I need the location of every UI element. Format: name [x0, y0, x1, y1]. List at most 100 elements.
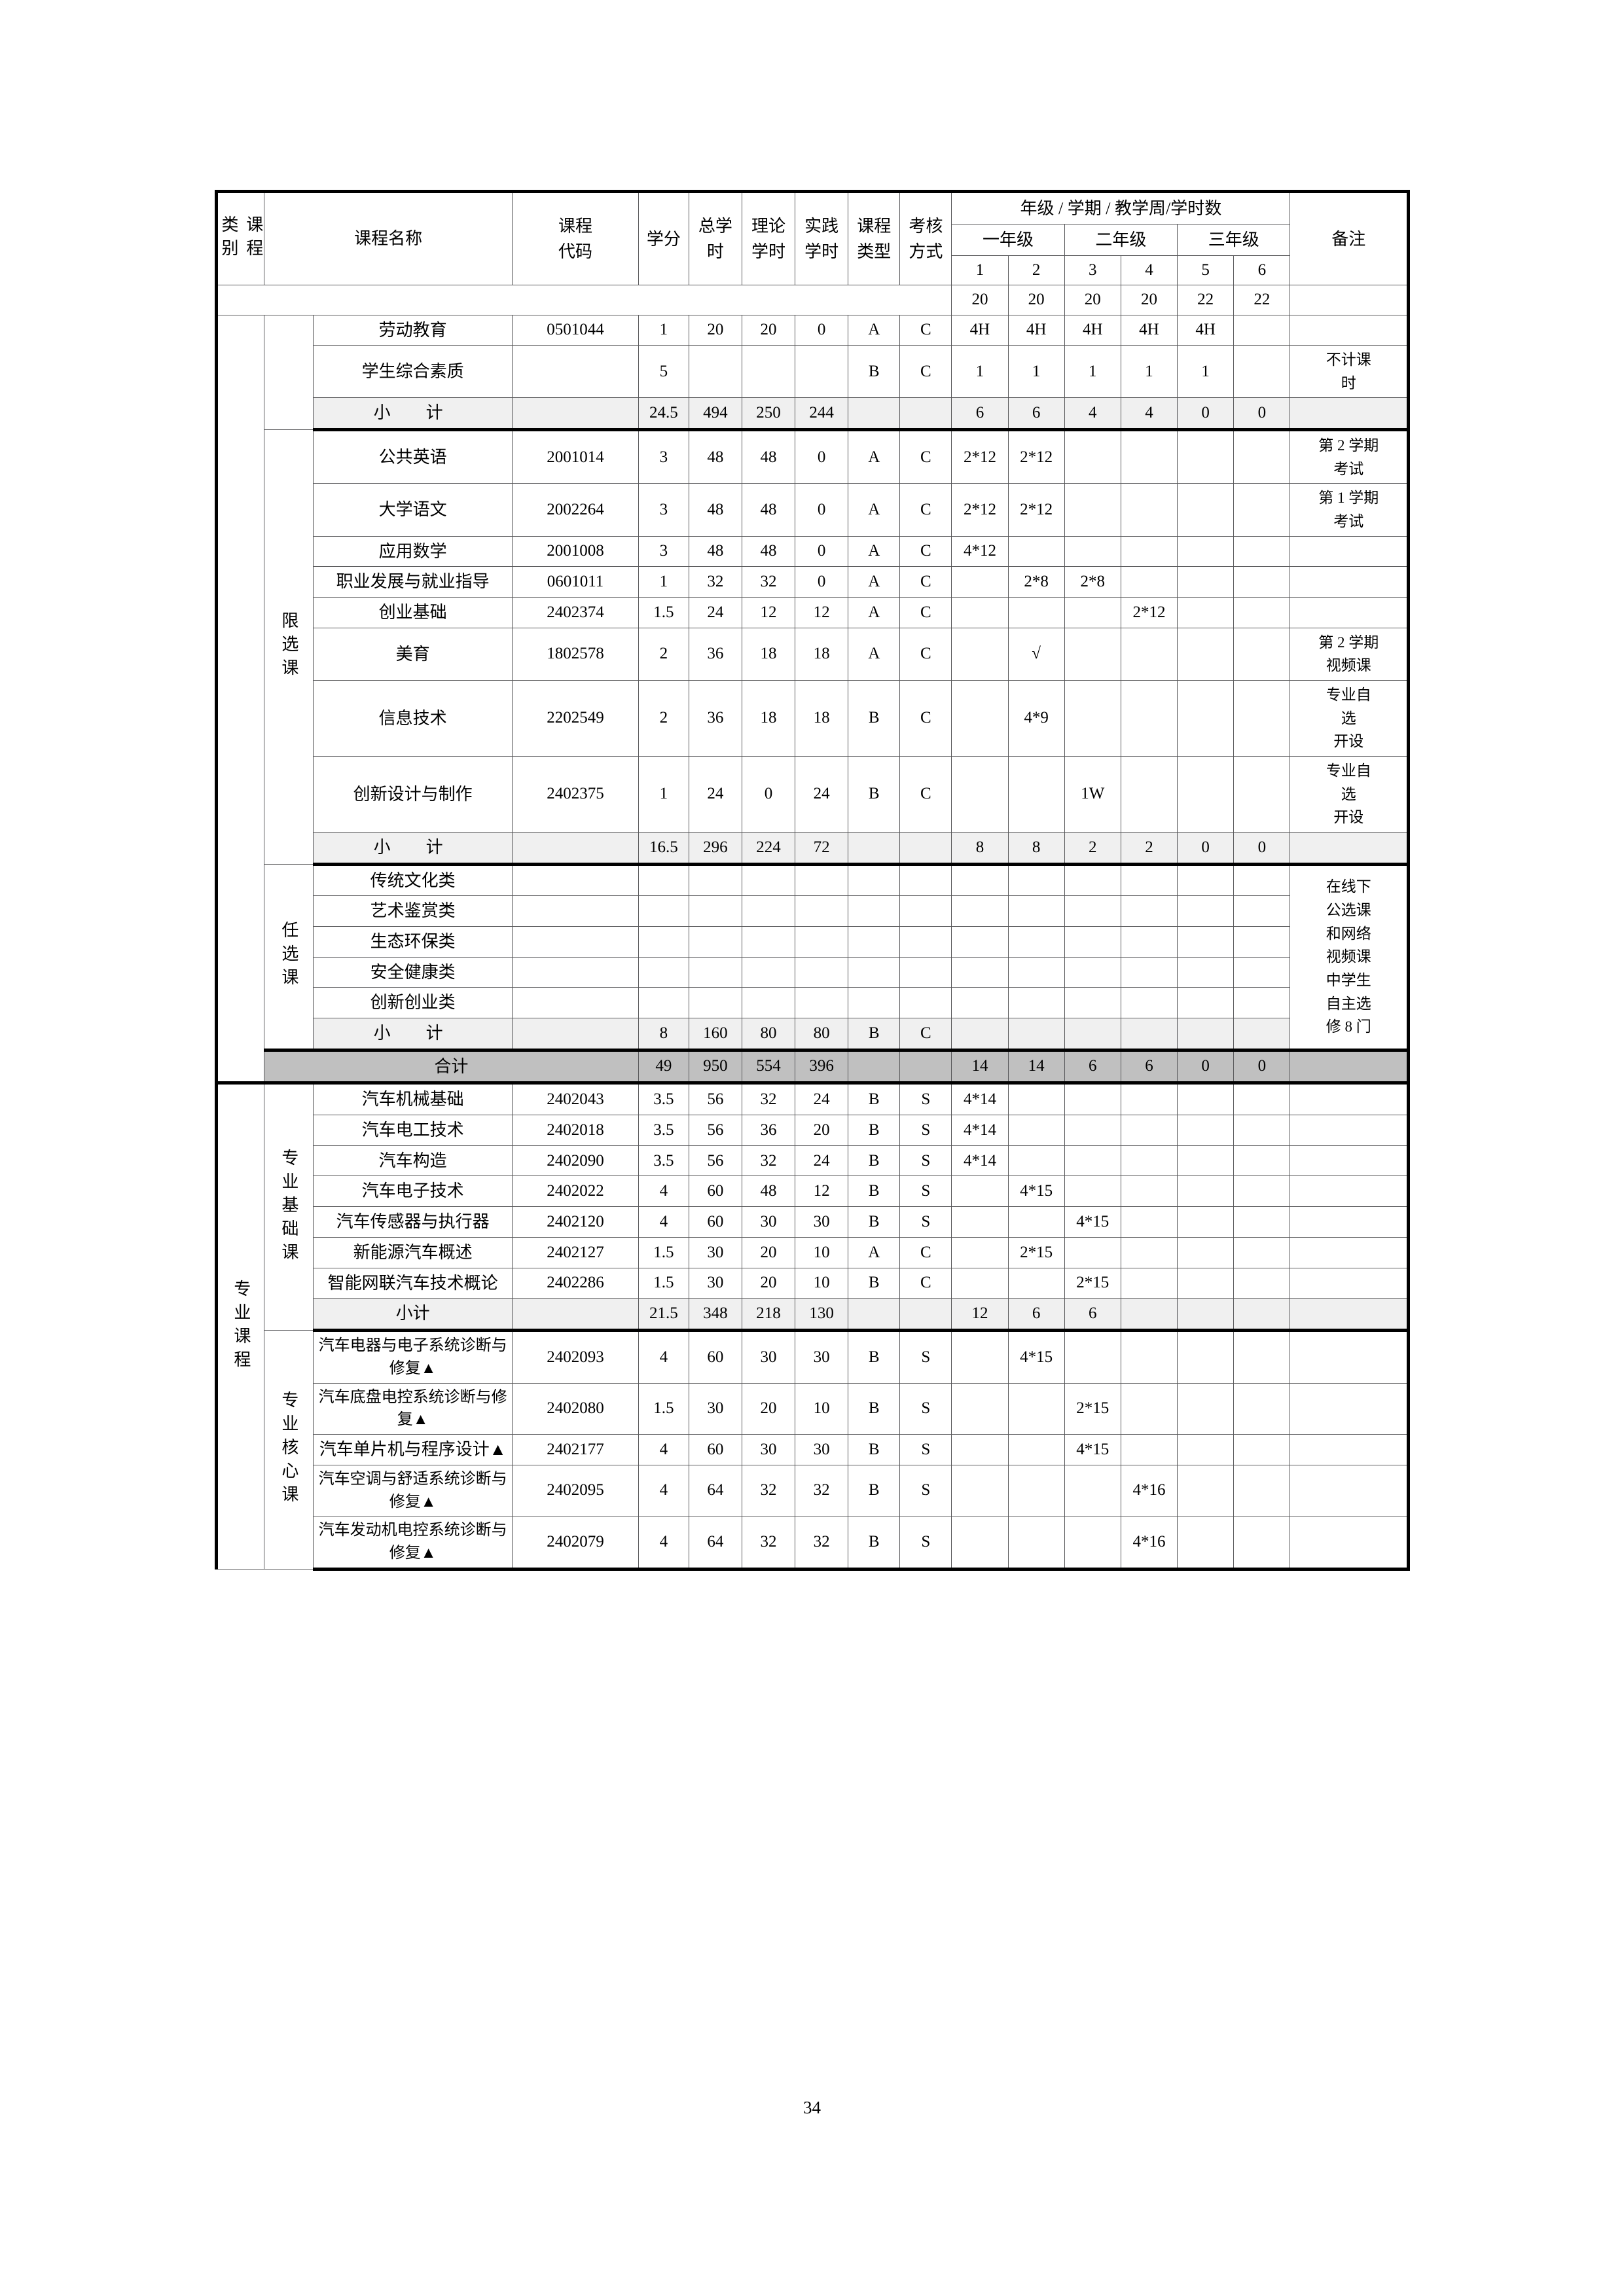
cell-credit: 3.5: [638, 1145, 689, 1177]
cell-semester-3: 1W: [1064, 755, 1121, 833]
cell-course-name: 信息技术: [313, 680, 513, 757]
cell-total-hours: 32: [688, 566, 742, 598]
cell-remark: 第 2 学期 视频课: [1290, 627, 1410, 681]
cell-course-name: 创业基础: [313, 597, 513, 628]
cell-exam-method: [899, 397, 952, 431]
cell-semester-6: 0: [1233, 831, 1291, 865]
cell-semester-2: [1007, 1382, 1065, 1435]
cell-credit: 3: [638, 535, 689, 567]
cell-course-type: B: [848, 755, 901, 833]
cell-course-name: 小计: [313, 1298, 513, 1331]
cell-semester-3: [1064, 627, 1121, 681]
cell-total-hours: 64: [688, 1516, 742, 1571]
cell-course-code: 2001008: [512, 535, 639, 567]
cell-semester-5: [1177, 987, 1235, 1019]
row-professional-basic: 专业课程 专业基础课 汽车机械基础 2402043 3.5 56 32 24 B S 4*14: [215, 1081, 1410, 1570]
cell-semester-6: [1233, 1516, 1291, 1571]
cell-semester-3: [1064, 1115, 1121, 1146]
cell-semester-6: [1233, 1382, 1291, 1435]
cell-remark: [1290, 1175, 1410, 1208]
cell-total-hours: 64: [688, 1464, 742, 1517]
cell-total-hours: 48: [688, 428, 742, 484]
category-public-course: [215, 314, 264, 1084]
cell-semester-2: [1007, 895, 1065, 927]
cell-semester-3: [1064, 1145, 1121, 1177]
cell-semester-5: [1177, 483, 1235, 537]
cell-grand-semester-4: 6: [1120, 1048, 1178, 1084]
header-practice-hours: 实践 学时: [795, 189, 849, 286]
cell-exam-method: S: [899, 1081, 952, 1116]
header-weeks-spacer-left: [215, 285, 639, 315]
cell-course-type: [848, 1298, 901, 1331]
header-semester-1: 1: [951, 255, 1009, 286]
cell-semester-3: [1064, 895, 1121, 927]
cell-practice-hours: [795, 862, 849, 897]
cell-course-type: B: [848, 1206, 901, 1238]
cell-semester-1: [951, 1018, 1009, 1050]
cell-theory-hours: 32: [741, 1464, 796, 1517]
header-row-top: 课程 类别 课程名称 课程 代码 学分 总学时理论 学时 实践 学时 课程 类型 考核 方式 年级 / 学期…: [215, 189, 1410, 286]
cell-practice-hours: 10: [795, 1382, 849, 1435]
cell-total-hours: 60: [688, 1434, 742, 1465]
cell-course-name: 小 计: [313, 1018, 513, 1050]
cell-course-name: 汽车单片机与程序设计▲: [313, 1434, 513, 1465]
cell-semester-1: [951, 1434, 1009, 1465]
cell-total-hours: 494: [688, 397, 742, 431]
cell-semester-5: [1177, 1175, 1235, 1208]
cell-exam-method: S: [899, 1206, 952, 1238]
cell-course-type: A: [848, 627, 901, 681]
cell-semester-6: [1233, 755, 1291, 833]
row-restricted-elective: 创业基础 2402374 1.5 24 12 12 A C 2*12: [217, 597, 1410, 628]
cell-exam-method: C: [899, 597, 952, 628]
cell-exam-method: C: [899, 535, 952, 567]
cell-course-type: B: [848, 1516, 901, 1571]
cell-theory-hours: 0: [741, 755, 796, 833]
header-semester-group: 年级 / 学期 / 教学周/学时数: [951, 190, 1291, 224]
cell-grand-semester-2: 14: [1007, 1048, 1065, 1084]
cell-credit: 3.5: [638, 1081, 689, 1116]
cell-course-code: 2402018: [512, 1115, 639, 1146]
header-year-1: 一年级: [951, 224, 1065, 256]
header-exam-method: 考核 方式: [899, 189, 952, 286]
cell-remark: 第 1 学期 考试: [1290, 483, 1410, 537]
header-year-2: 二年级: [1064, 224, 1178, 256]
cell-remark: [1290, 1267, 1410, 1299]
cell-semester-4: [1120, 428, 1178, 484]
cell-remark: [1290, 831, 1410, 865]
cell-semester-2: 6: [1007, 397, 1065, 431]
cell-exam-method: S: [899, 1328, 952, 1384]
cell-course-name: 大学语文: [313, 483, 513, 537]
cell-semester-6: [1233, 1267, 1291, 1299]
header-course-type: 课程 类型: [848, 189, 901, 286]
subcategory-public-required: [263, 314, 314, 431]
cell-total-hours: 20: [688, 314, 742, 346]
cell-semester-6: [1233, 597, 1291, 628]
cell-semester-3: 4H: [1064, 314, 1121, 346]
cell-grand-semester-5: 0: [1177, 1048, 1235, 1084]
cell-semester-2: [1007, 755, 1065, 833]
cell-practice-hours: 30: [795, 1434, 849, 1465]
cell-semester-5: [1177, 1115, 1235, 1146]
cell-credit: 2: [638, 680, 689, 757]
cell-total-hours: 30: [688, 1382, 742, 1435]
cell-semester-4: [1120, 1298, 1178, 1331]
cell-semester-3: 2: [1064, 831, 1121, 865]
cell-semester-4: 4: [1120, 397, 1178, 431]
cell-practice-hours: 10: [795, 1236, 849, 1268]
cell-course-code: [512, 1018, 639, 1050]
cell-theory-hours: 80: [741, 1018, 796, 1050]
cell-semester-2: 2*12: [1007, 428, 1065, 484]
cell-theory-hours: [741, 987, 796, 1019]
header-year-3: 三年级: [1177, 224, 1291, 256]
cell-remark: [1290, 566, 1410, 598]
cell-semester-5: 4H: [1177, 314, 1235, 346]
cell-total-hours: 36: [688, 680, 742, 757]
cell-practice-hours: 72: [795, 831, 849, 865]
cell-grand-credit: 49: [638, 1048, 689, 1084]
cell-course-type: A: [848, 483, 901, 537]
cell-semester-5: [1177, 1382, 1235, 1435]
row-subtotal-restricted-elective: 小 计 16.5 296 224 72 8 8 2 2 0 0: [217, 831, 1410, 865]
cell-course-name: 汽车构造: [313, 1145, 513, 1177]
cell-theory-hours: 32: [741, 1516, 796, 1571]
cell-semester-4: [1120, 1081, 1178, 1116]
